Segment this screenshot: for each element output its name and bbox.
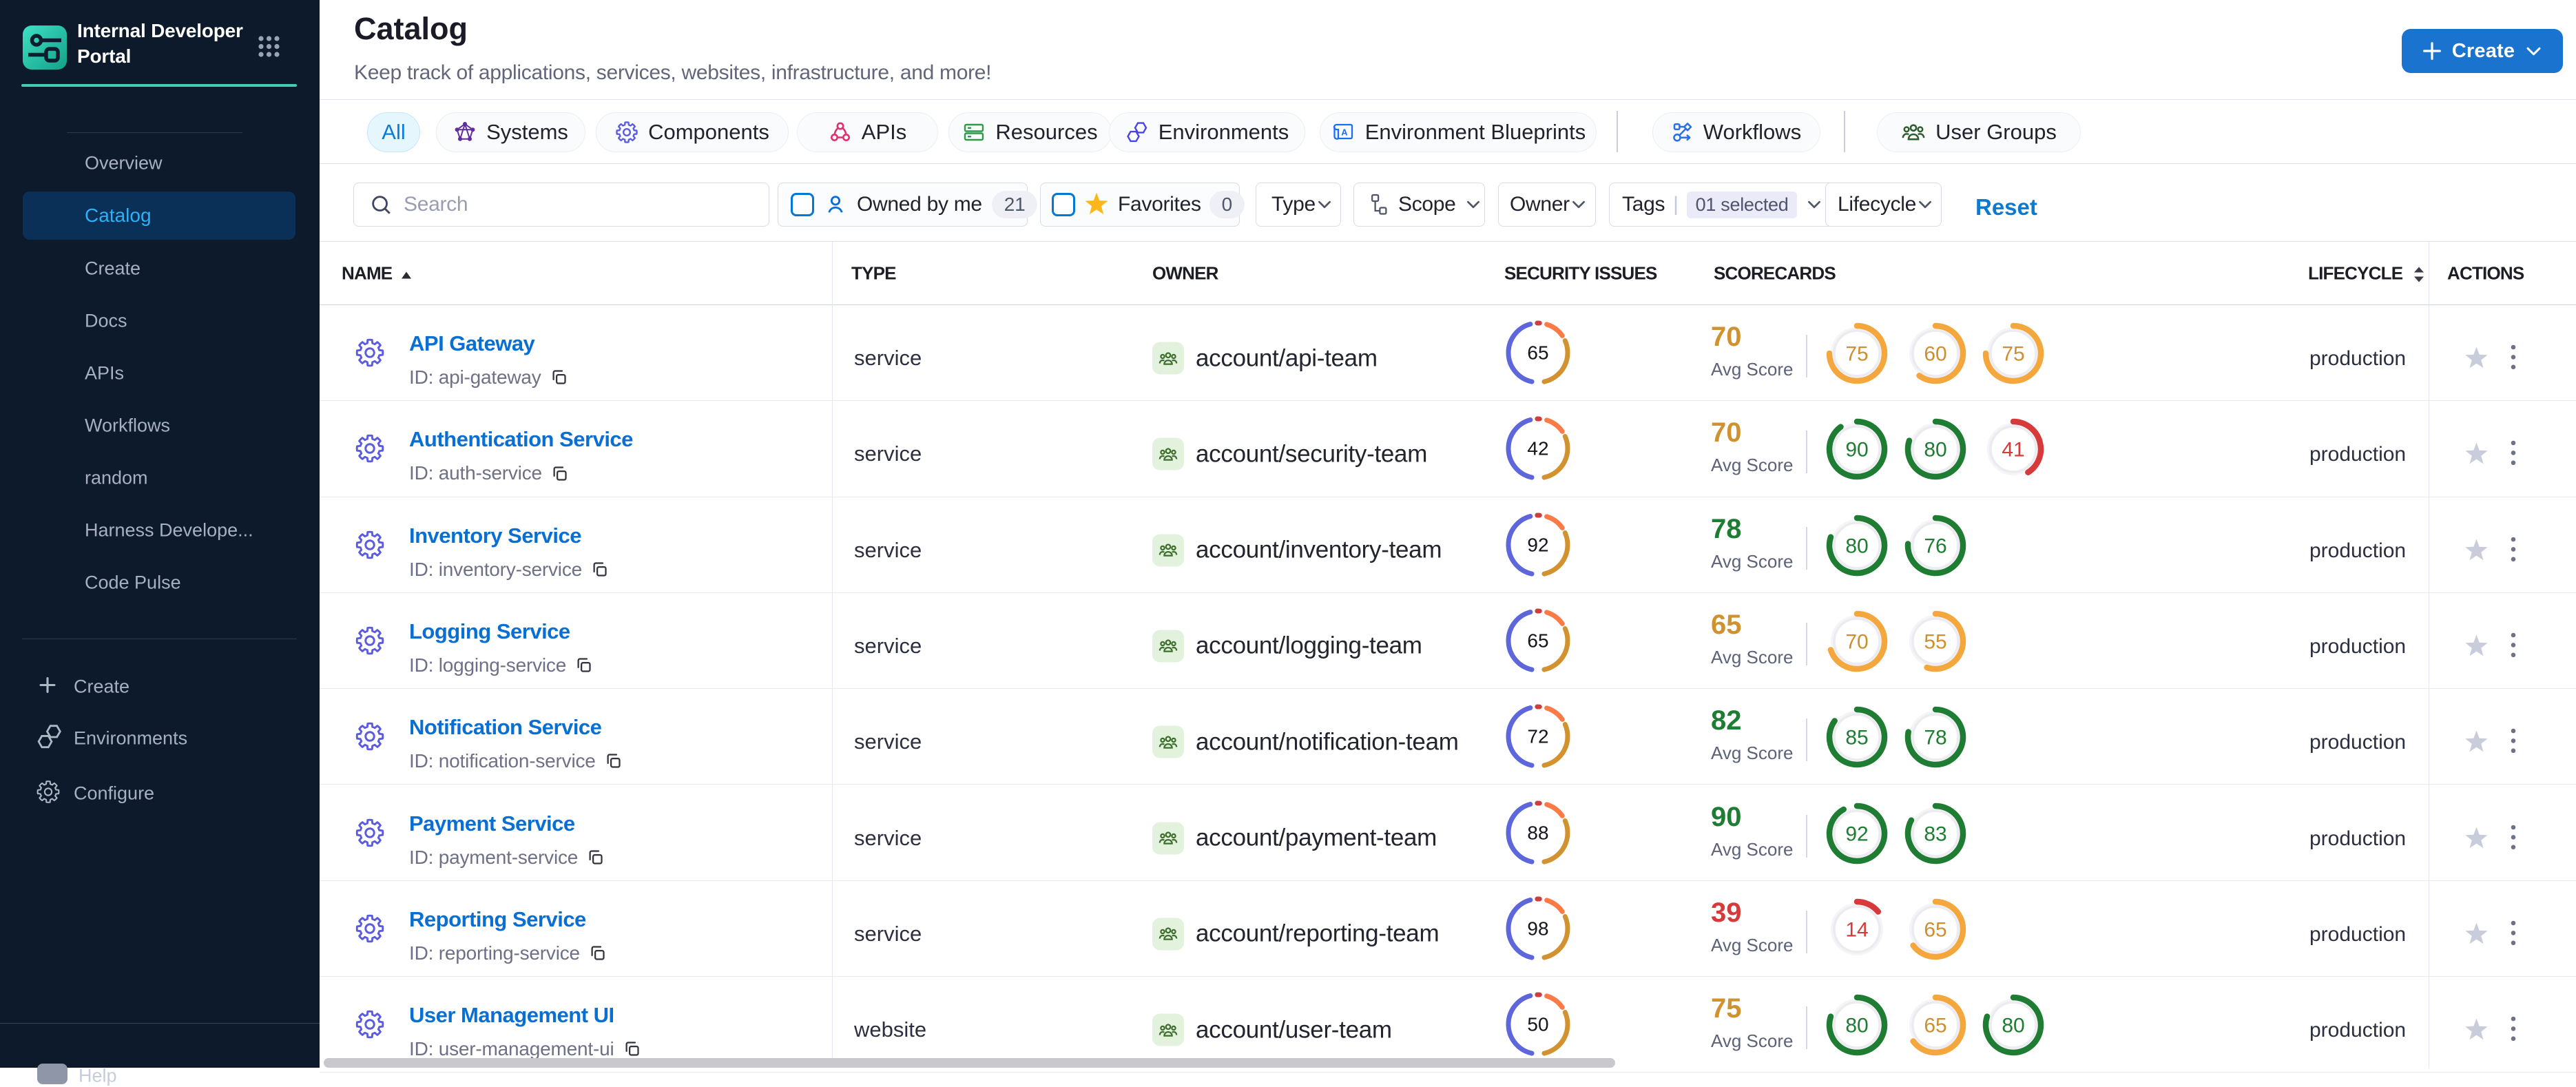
svg-text:80: 80 (1924, 439, 1946, 462)
svg-text:98: 98 (1527, 918, 1548, 939)
svg-text:70: 70 (1845, 630, 1868, 653)
svg-text:75: 75 (1845, 343, 1868, 366)
svg-text:80: 80 (1845, 1015, 1868, 1037)
svg-text:41: 41 (2002, 439, 2024, 462)
svg-text:76: 76 (1924, 535, 1946, 557)
svg-text:50: 50 (1527, 1014, 1548, 1035)
svg-text:88: 88 (1527, 822, 1548, 843)
svg-text:78: 78 (1924, 727, 1946, 749)
svg-text:92: 92 (1845, 822, 1868, 845)
svg-text:A: A (1341, 127, 1348, 138)
svg-text:60: 60 (1924, 343, 1946, 366)
svg-text:85: 85 (1845, 727, 1868, 749)
svg-text:65: 65 (1924, 1015, 1946, 1037)
svg-text:80: 80 (2002, 1015, 2024, 1037)
svg-text:65: 65 (1527, 342, 1548, 364)
svg-text:75: 75 (2002, 343, 2024, 366)
svg-text:90: 90 (1845, 439, 1868, 462)
svg-text:14: 14 (1845, 918, 1868, 941)
svg-text:80: 80 (1845, 535, 1868, 557)
svg-text:65: 65 (1527, 630, 1548, 651)
svg-text:65: 65 (1924, 918, 1946, 941)
svg-text:92: 92 (1527, 534, 1548, 555)
svg-text:72: 72 (1527, 726, 1548, 747)
svg-text:83: 83 (1924, 822, 1946, 845)
svg-text:42: 42 (1527, 438, 1548, 459)
svg-text:55: 55 (1924, 630, 1946, 653)
